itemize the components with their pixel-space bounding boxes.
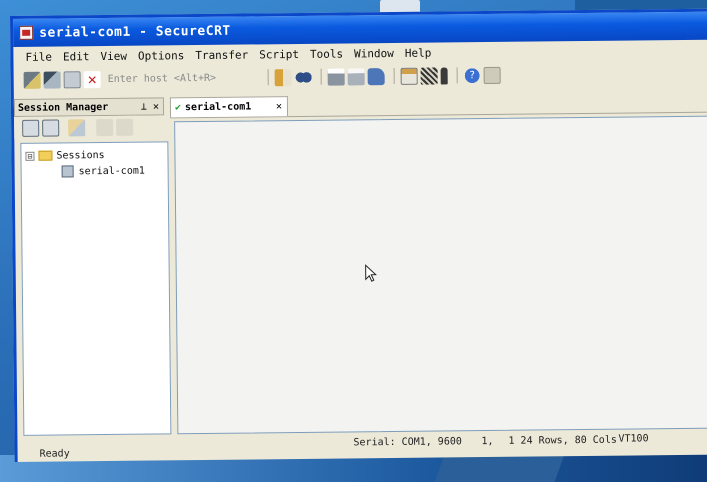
menu-edit[interactable]: Edit (63, 50, 90, 63)
status-terminal-size: 1 24 Rows, 80 Cols (508, 434, 617, 447)
folder-icon (38, 150, 53, 161)
lock-icon[interactable] (483, 66, 501, 84)
tab-label: serial-com1 (184, 101, 252, 114)
tab-close-icon[interactable]: ✕ (276, 101, 282, 112)
sftp-icon[interactable] (440, 66, 448, 84)
disconnect-icon[interactable]: ✕ (83, 70, 101, 88)
session-manager-header: Session Manager ⊥ ✕ (13, 97, 165, 117)
mouse-pointer-icon (365, 264, 377, 282)
connect-in-tab-icon[interactable] (42, 118, 60, 137)
collapse-icon[interactable]: ⊟ (25, 151, 35, 161)
copy-icon[interactable] (274, 68, 292, 86)
connect-session-icon[interactable] (22, 119, 40, 137)
menu-transfer[interactable]: Transfer (195, 48, 248, 62)
new-session-icon[interactable] (68, 118, 86, 136)
cut-icon[interactable] (96, 118, 114, 136)
connected-check-icon: ✔ (174, 102, 182, 114)
tree-node-label: Sessions (56, 149, 105, 162)
terminal-area[interactable] (174, 115, 707, 435)
find-icon[interactable] (294, 68, 312, 86)
window-title: serial-com1 - SecureCRT (39, 23, 231, 41)
menu-view[interactable]: View (100, 49, 127, 62)
session-options-icon[interactable] (400, 67, 418, 85)
pin-icon[interactable]: ⊥ (141, 101, 147, 112)
quick-connect-icon[interactable] (43, 70, 61, 89)
print-setup-icon[interactable] (367, 67, 385, 85)
tab-serial-com1[interactable]: ✔ serial-com1 ✕ (169, 96, 289, 118)
keymap-icon[interactable] (420, 67, 438, 85)
session-manager-close-icon[interactable]: ✕ (153, 101, 159, 112)
enter-host-input[interactable] (103, 69, 262, 88)
print-selection-icon[interactable] (347, 67, 365, 85)
toolbar-separator (393, 67, 395, 84)
menu-window[interactable]: Window (354, 46, 394, 59)
status-ready: Ready (39, 448, 70, 460)
tree-node-sessions[interactable]: ⊟ Sessions (21, 146, 167, 164)
status-emulation: VT100 (618, 433, 649, 445)
help-icon[interactable]: ? (463, 66, 481, 84)
tree-node-serial-com1[interactable]: serial-com1 (22, 162, 168, 180)
toolbar-separator (456, 67, 458, 84)
menu-file[interactable]: File (25, 50, 52, 63)
reconnect-icon[interactable] (63, 70, 81, 88)
toolbar-separator (267, 69, 269, 86)
tree-node-label: serial-com1 (78, 165, 145, 177)
securecrt-window: serial-com1 - SecureCRT File Edit View O… (10, 8, 707, 462)
session-manager-toolbar (14, 115, 165, 139)
securecrt-app-icon (19, 25, 34, 40)
session-tree: ⊟ Sessions serial-com1 (20, 141, 172, 436)
session-tab-strip: ✔ serial-com1 ✕ (169, 91, 707, 119)
menu-script[interactable]: Script (259, 47, 299, 60)
menu-help[interactable]: Help (405, 46, 432, 59)
session-manager-title: Session Manager (17, 101, 109, 114)
status-cursor-position: 1, (481, 435, 494, 448)
toolbar-separator (320, 68, 322, 85)
paste-icon[interactable] (116, 118, 134, 136)
menu-tools[interactable]: Tools (310, 47, 343, 60)
connect-icon[interactable] (23, 71, 41, 89)
print-icon[interactable] (327, 67, 345, 86)
status-connection: Serial: COM1, 9600 (353, 436, 462, 449)
session-icon (61, 165, 74, 178)
menu-options[interactable]: Options (138, 49, 184, 62)
